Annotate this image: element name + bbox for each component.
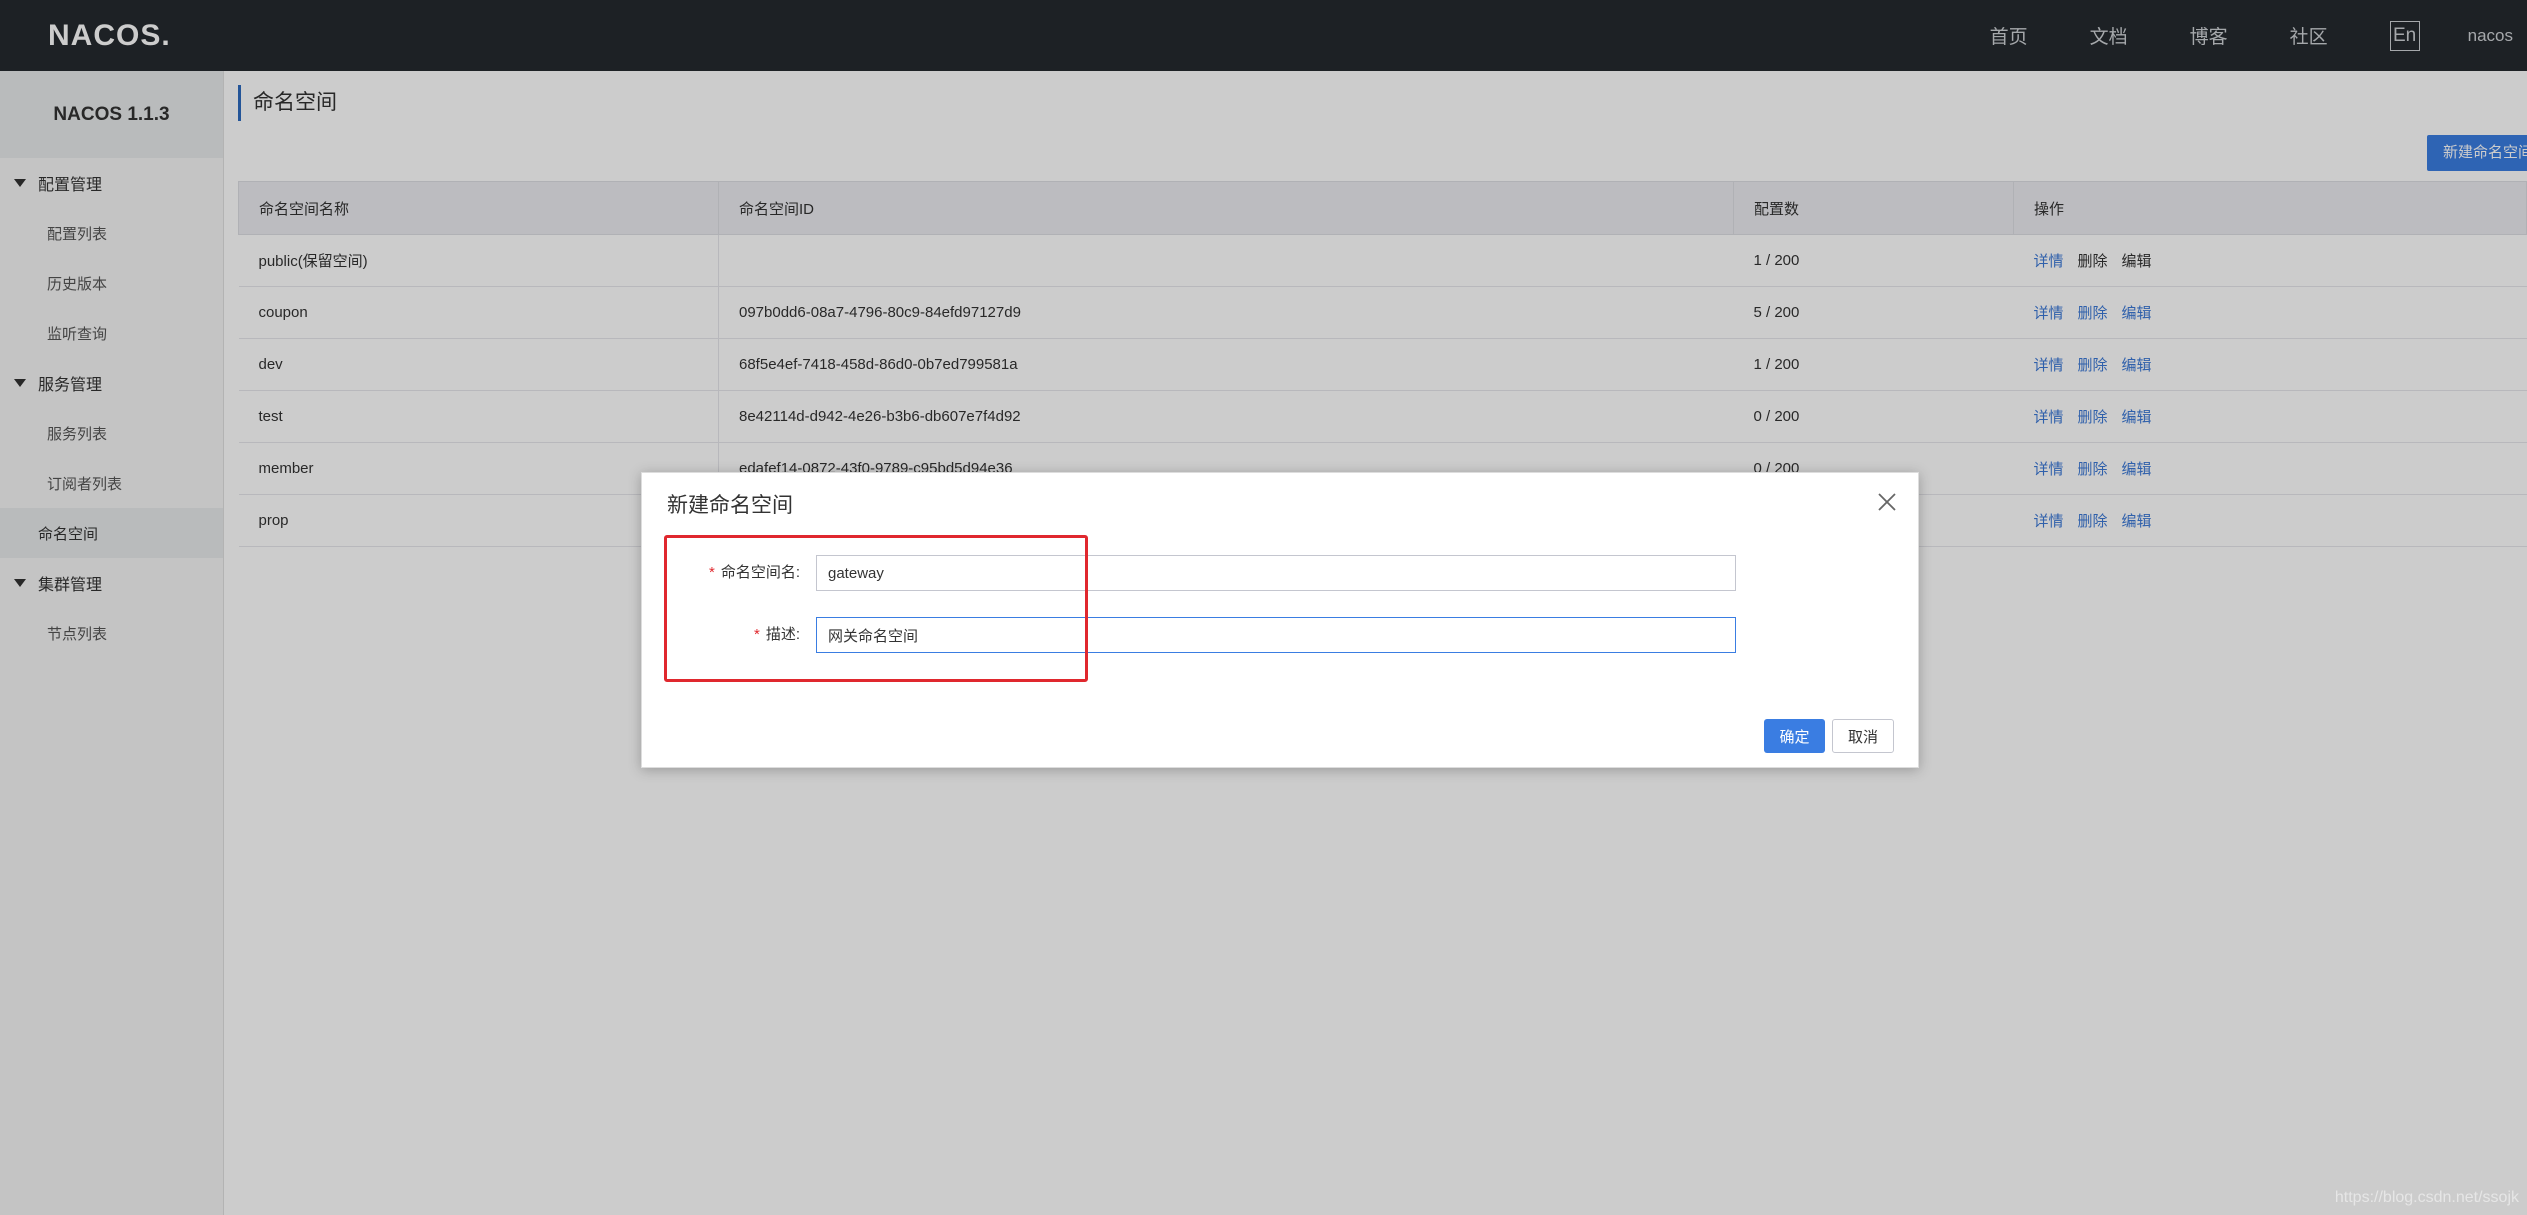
cancel-button[interactable]: 取消 (1832, 719, 1894, 753)
red-highlight-annotation (664, 535, 1088, 682)
close-icon[interactable] (1876, 491, 1898, 513)
watermark: https://blog.csdn.net/ssojk (2334, 1189, 2519, 1206)
create-namespace-dialog: 新建命名空间 *命名空间名: *描述: 确定 取消 (641, 472, 1919, 768)
confirm-button[interactable]: 确定 (1764, 719, 1825, 753)
dialog-title: 新建命名空间 (667, 494, 793, 517)
